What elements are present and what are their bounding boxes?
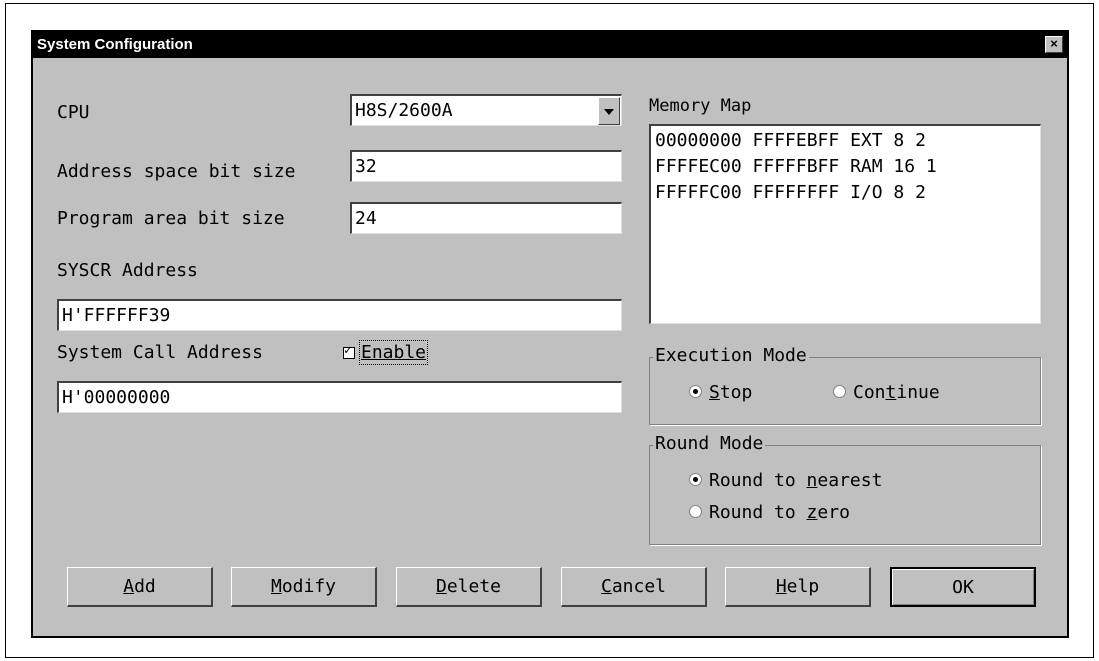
radio-unselected-icon: [833, 385, 846, 398]
round-mode-title: Round Mode: [653, 433, 766, 454]
modify-button[interactable]: Modify: [231, 567, 377, 607]
add-button[interactable]: Add: [67, 567, 213, 607]
memory-map-list[interactable]: 00000000 FFFFEBFF EXT 8 2 FFFFEC00 FFFFF…: [649, 124, 1041, 324]
cpu-label: CPU: [57, 102, 90, 123]
system-call-input[interactable]: H'00000000: [57, 381, 622, 413]
round-to-nearest-radio[interactable]: Round to nearest: [689, 470, 882, 491]
enable-checkbox[interactable]: Enable: [343, 340, 429, 365]
dialog-title: System Configuration: [37, 36, 193, 53]
list-item[interactable]: FFFFEC00 FFFFFBFF RAM 16 1: [655, 154, 1036, 180]
address-space-input[interactable]: 32: [350, 150, 622, 182]
cancel-button[interactable]: Cancel: [561, 567, 707, 607]
continue-radio[interactable]: Continue: [833, 382, 940, 403]
address-space-label: Address space bit size: [57, 161, 296, 182]
radio-selected-icon: [689, 385, 702, 398]
system-call-value: H'00000000: [62, 387, 171, 408]
stop-radio[interactable]: Stop: [689, 382, 752, 403]
memory-map-label: Memory Map: [649, 96, 752, 116]
title-bar: System Configuration ×: [33, 32, 1067, 58]
program-area-value: 24: [355, 208, 377, 229]
syscr-input[interactable]: H'FFFFFF39: [57, 299, 622, 331]
system-configuration-dialog: System Configuration × CPU H8S/2600A Add…: [31, 30, 1069, 638]
cpu-select[interactable]: H8S/2600A: [350, 94, 622, 126]
close-icon: ×: [1050, 36, 1058, 51]
help-button[interactable]: Help: [725, 567, 871, 607]
list-item[interactable]: 00000000 FFFFEBFF EXT 8 2: [655, 128, 1036, 154]
radio-unselected-icon: [689, 505, 702, 518]
system-call-label: System Call Address: [57, 342, 263, 363]
ok-button[interactable]: OK: [890, 567, 1036, 607]
delete-button[interactable]: Delete: [396, 567, 542, 607]
close-button[interactable]: ×: [1045, 36, 1063, 53]
program-area-input[interactable]: 24: [350, 202, 622, 234]
enable-checkbox-label: Enable: [358, 340, 429, 365]
syscr-value: H'FFFFFF39: [62, 305, 171, 326]
execution-mode-title: Execution Mode: [653, 345, 809, 366]
round-to-zero-radio[interactable]: Round to zero: [689, 502, 850, 523]
syscr-label: SYSCR Address: [57, 260, 198, 281]
program-area-label: Program area bit size: [57, 208, 285, 229]
checkbox-checked-icon: [343, 343, 355, 359]
chevron-down-icon[interactable]: [598, 97, 620, 125]
list-item[interactable]: FFFFFC00 FFFFFFFF I/O 8 2: [655, 180, 1036, 206]
radio-selected-icon: [689, 473, 702, 486]
address-space-value: 32: [355, 156, 377, 177]
cpu-select-value: H8S/2600A: [355, 100, 453, 121]
round-mode-group: Round Mode: [649, 433, 1041, 545]
